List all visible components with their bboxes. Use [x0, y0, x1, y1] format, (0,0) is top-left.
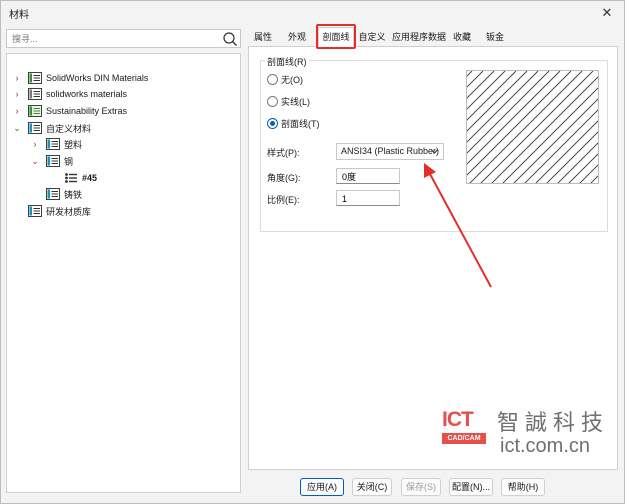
radio-none[interactable]: 无(O): [267, 73, 303, 86]
chevron-down-icon: [431, 149, 438, 154]
hatch-line: [535, 120, 598, 183]
tree-item-label: 自定义材料: [46, 123, 92, 134]
hatch-group-label: 剖面线(R): [265, 55, 309, 68]
style-dropdown[interactable]: ANSI34 (Plastic Rubber): [336, 143, 444, 160]
logo-badge-text: ICT: [442, 408, 474, 431]
tab-app-data[interactable]: 应用程序数据: [390, 29, 448, 46]
hatch-line: [467, 71, 473, 77]
tab-hatch[interactable]: 剖面线: [318, 27, 354, 47]
tree-item-label: 铸铁: [64, 189, 83, 200]
title-bar: 材料 ✕: [1, 1, 624, 25]
angle-field[interactable]: [336, 168, 400, 184]
hatch-line: [568, 153, 598, 183]
tab-appearance[interactable]: 外观: [282, 29, 312, 46]
logo-badge-sub: CAD/CAM: [442, 433, 486, 444]
hatch-line: [469, 71, 583, 183]
radio-solid[interactable]: 实线(L): [267, 95, 310, 108]
tree-item-plastic[interactable]: › 塑料: [30, 136, 82, 152]
tree-item-solidworks-materials[interactable]: › solidworks materials: [12, 86, 127, 102]
material-library-icon: [28, 105, 42, 117]
tree-item-label: 研发材质库: [46, 206, 92, 217]
chevron-right-icon[interactable]: ›: [12, 73, 22, 83]
search-input[interactable]: [10, 31, 215, 46]
logo-company-name: 智誠科技: [497, 411, 610, 436]
radio-label: 剖面线(T): [281, 119, 320, 129]
chevron-down-icon[interactable]: ⌄: [30, 156, 40, 166]
search-icon[interactable]: [222, 31, 238, 47]
tree-item-label: #45: [82, 173, 98, 183]
window-title: 材料: [9, 10, 29, 21]
close-button[interactable]: 关闭(C): [352, 478, 392, 496]
tree-item-custom-materials[interactable]: ⌄ 自定义材料: [12, 120, 91, 136]
radio-button[interactable]: [267, 74, 278, 85]
chevron-right-icon[interactable]: ›: [12, 89, 22, 99]
radio-button-checked[interactable]: [267, 118, 278, 129]
radio-hatch[interactable]: 剖面线(T): [267, 117, 320, 130]
tree-item-label: Sustainability Extras: [46, 106, 128, 116]
hatch-line: [502, 87, 598, 183]
material-library-icon: [28, 72, 42, 84]
angle-input[interactable]: [340, 170, 396, 183]
tree-item-label: solidworks materials: [46, 89, 128, 99]
hatch-line: [480, 71, 594, 183]
scale-label: 比例(E):: [267, 195, 300, 205]
hatch-preview: [466, 70, 599, 184]
material-category-icon: [46, 155, 60, 167]
config-button[interactable]: 配置(N)...: [449, 478, 493, 496]
tab-sheet-metal[interactable]: 钣金: [482, 29, 508, 46]
scale-input[interactable]: [340, 192, 396, 205]
help-button[interactable]: 帮助(H): [501, 478, 545, 496]
material-item-icon: [65, 173, 77, 183]
tree-item-solidworks-din[interactable]: › SolidWorks DIN Materials: [12, 70, 148, 86]
hatch-line: [579, 164, 598, 183]
tab-properties[interactable]: 属性: [248, 29, 278, 46]
material-library-icon: [28, 88, 42, 100]
material-tree: [6, 53, 241, 493]
scale-field[interactable]: [336, 190, 400, 206]
tab-custom[interactable]: 自定义: [356, 29, 388, 46]
apply-button[interactable]: 应用(A): [300, 478, 344, 496]
search-box[interactable]: [6, 29, 241, 48]
close-icon[interactable]: ✕: [598, 4, 616, 22]
logo-url: ict.com.cn: [500, 435, 591, 457]
tree-item-steel[interactable]: ⌄ 钢: [30, 153, 73, 169]
save-button[interactable]: 保存(S): [401, 478, 441, 496]
radio-label: 实线(L): [281, 97, 310, 107]
tab-favorites[interactable]: 收藏: [450, 29, 474, 46]
radio-label: 无(O): [281, 75, 303, 85]
hatch-preview-pattern: [467, 71, 598, 183]
tree-item-rd-library[interactable]: 研发材质库: [12, 203, 91, 219]
tree-item-label: SolidWorks DIN Materials: [46, 73, 149, 83]
radio-button[interactable]: [267, 96, 278, 107]
hatch-line: [491, 76, 598, 183]
tree-item-cast-iron[interactable]: 铸铁: [30, 186, 82, 202]
tree-item-sustainability-extras[interactable]: › Sustainability Extras: [12, 103, 127, 119]
chevron-right-icon[interactable]: ›: [30, 139, 40, 149]
tree-item-label: 钢: [64, 156, 74, 167]
tree-item-label: 塑料: [64, 139, 83, 150]
style-value: ANSI34 (Plastic Rubber): [341, 146, 440, 156]
angle-label: 角度(G):: [267, 173, 301, 183]
style-label: 样式(P):: [267, 148, 300, 158]
tree-item-45[interactable]: #45: [48, 169, 100, 187]
material-category-icon: [46, 188, 60, 200]
chevron-down-icon[interactable]: ⌄: [12, 123, 22, 133]
material-category-icon: [46, 138, 60, 150]
company-logo: ICT CAD/CAM: [436, 406, 488, 458]
material-library-icon: [28, 122, 42, 134]
chevron-right-icon[interactable]: ›: [12, 106, 22, 116]
material-library-icon: [28, 205, 42, 217]
